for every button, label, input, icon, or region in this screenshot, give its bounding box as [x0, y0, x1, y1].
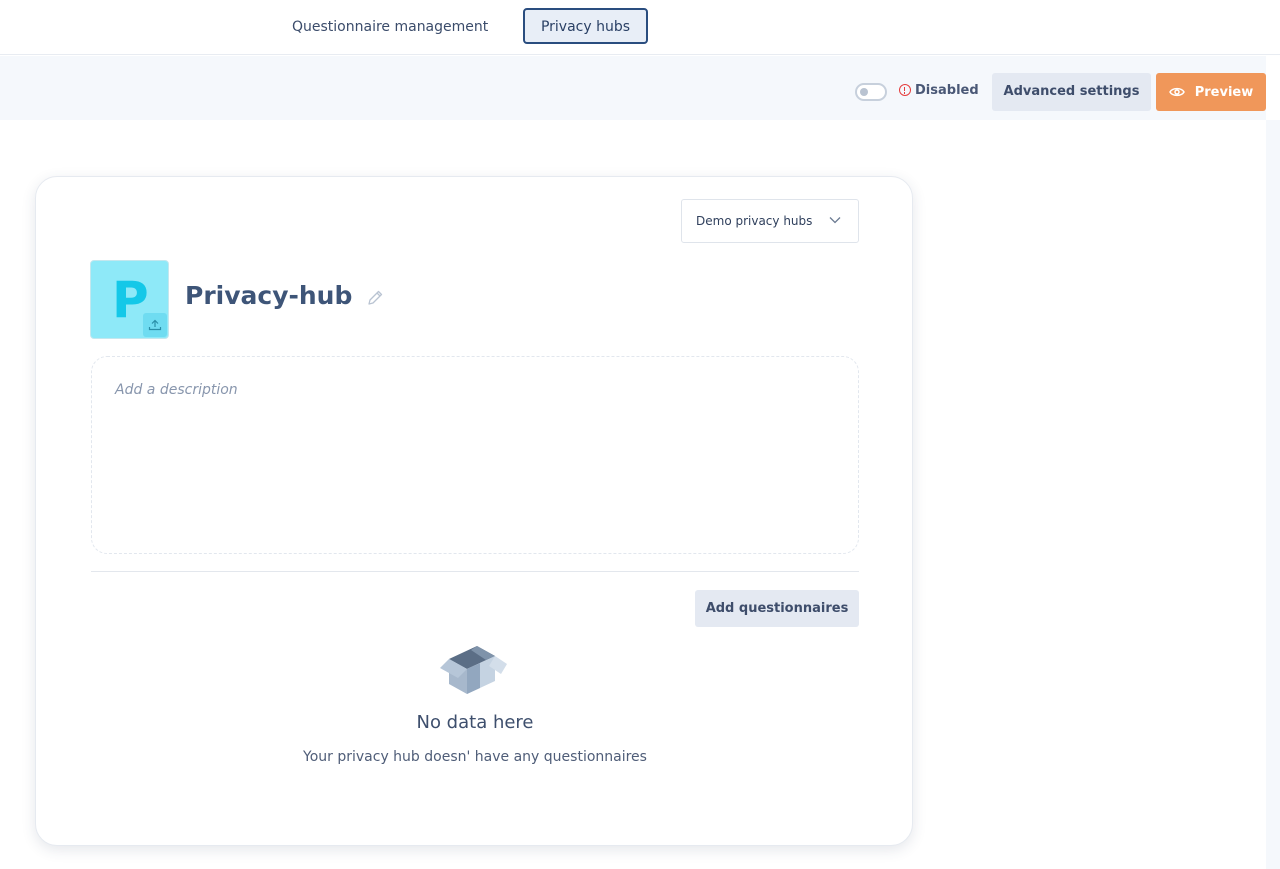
add-questionnaires-button[interactable]: Add questionnaires — [695, 590, 859, 627]
status-label: Disabled — [915, 82, 979, 98]
chevron-down-icon — [829, 217, 841, 224]
hub-selector[interactable]: Demo privacy hubs — [681, 199, 859, 243]
toggle-knob — [860, 88, 868, 96]
description-placeholder: Add a description — [115, 382, 238, 398]
hub-selector-value: Demo privacy hubs — [696, 214, 813, 228]
empty-state-subtitle: Your privacy hub doesn' have any questio… — [303, 749, 647, 765]
toolbar: Disabled Advanced settings Preview — [0, 56, 1266, 120]
hub-title: Privacy-hub — [185, 281, 353, 310]
divider — [91, 571, 859, 572]
empty-state-title: No data here — [416, 712, 534, 733]
advanced-settings-button[interactable]: Advanced settings — [992, 73, 1151, 111]
page-edge-strip — [1266, 120, 1280, 869]
top-navigation: Questionnaire management Privacy hubs — [0, 0, 1280, 55]
tab-privacy-hubs[interactable]: Privacy hubs — [523, 8, 648, 44]
preview-button[interactable]: Preview — [1156, 73, 1266, 111]
status-indicator: Disabled — [899, 82, 979, 98]
preview-label: Preview — [1194, 84, 1254, 100]
description-field[interactable]: Add a description — [91, 356, 859, 554]
eye-icon — [1168, 87, 1185, 97]
warning-icon — [899, 84, 911, 96]
tab-questionnaire-management[interactable]: Questionnaire management — [275, 8, 505, 44]
pencil-icon[interactable] — [365, 288, 385, 308]
enable-toggle[interactable] — [855, 83, 887, 101]
upload-icon[interactable] — [143, 313, 167, 337]
privacy-hub-card: Demo privacy hubs P Privacy-hub Add a de… — [35, 176, 913, 846]
hub-logo[interactable]: P — [90, 260, 169, 339]
empty-box-icon — [440, 646, 507, 694]
